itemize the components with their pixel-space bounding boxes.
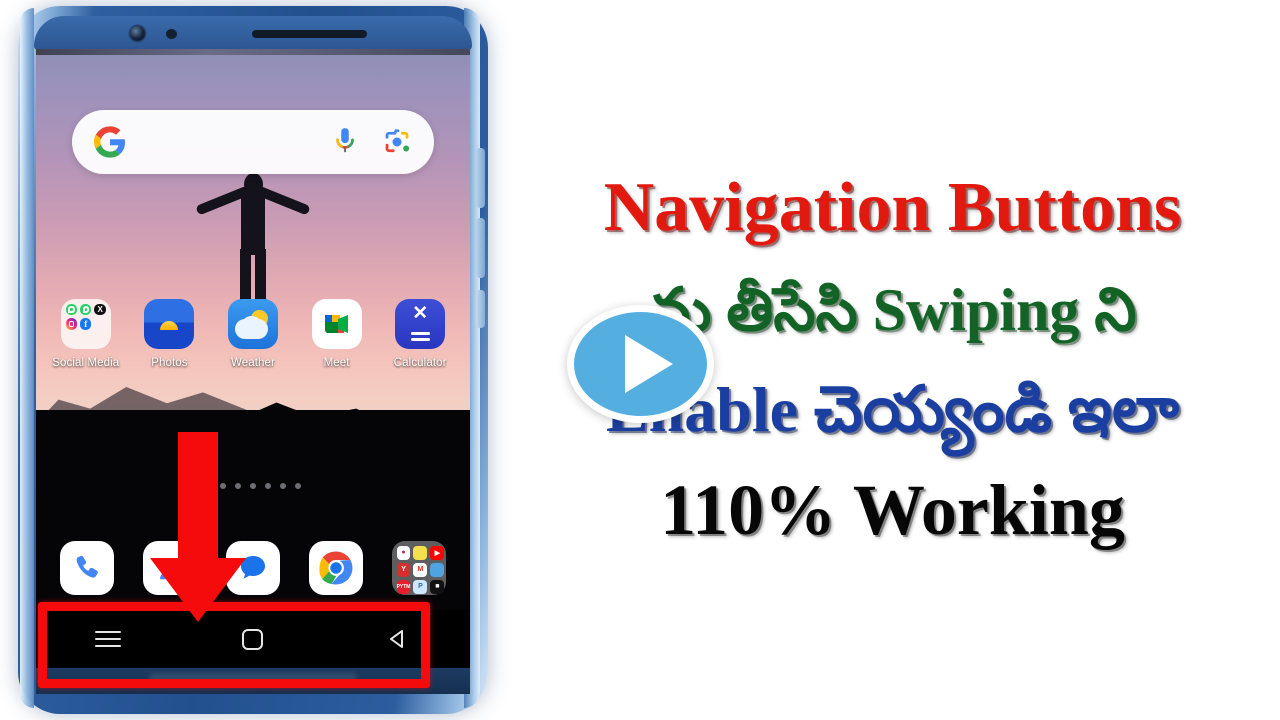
- app-social-media[interactable]: X f Social Media: [49, 299, 123, 369]
- home-icon[interactable]: [230, 619, 276, 659]
- x-mini-icon: X: [94, 304, 106, 316]
- page-dot: [265, 483, 271, 489]
- page-dot: [295, 483, 301, 489]
- folder-mini-icon: [413, 546, 428, 560]
- phone-chin: [36, 668, 470, 694]
- page-dot: [250, 483, 256, 489]
- instagram-mini-icon: [65, 318, 78, 330]
- navigation-bar: [36, 610, 470, 668]
- whatsapp-business-mini-icon: [80, 304, 92, 316]
- weather-icon[interactable]: [227, 299, 278, 349]
- phone-screen: X f Social Media Photos Weather Meet ✕ C…: [36, 49, 470, 694]
- phone-icon[interactable]: [60, 541, 115, 595]
- dock: ● ▶ Y M PYTM P ■: [36, 541, 470, 595]
- folder-mini-icon: ■: [430, 579, 445, 594]
- headline-line-4: 110% Working: [660, 470, 1125, 551]
- app-weather[interactable]: Weather: [216, 299, 290, 369]
- app-label: Meet: [323, 357, 350, 369]
- recents-icon[interactable]: [85, 619, 131, 659]
- app-meet[interactable]: Meet: [300, 299, 374, 369]
- folder-mini-icon: M: [413, 562, 428, 577]
- app-photos[interactable]: Photos: [132, 299, 206, 369]
- folder-mini-icon: P: [413, 579, 428, 594]
- page-indicator[interactable]: [36, 483, 470, 489]
- phone-mockup: X f Social Media Photos Weather Meet ✕ C…: [0, 0, 500, 720]
- folder-mini-icon: ●: [396, 546, 411, 560]
- chrome-icon[interactable]: [308, 541, 363, 595]
- folder-mini-icon: [430, 562, 445, 577]
- app-label: Photos: [151, 357, 188, 369]
- back-icon[interactable]: [375, 619, 421, 659]
- whatsapp-mini-icon: [65, 304, 78, 316]
- power-button[interactable]: [476, 290, 485, 328]
- calculator-icon[interactable]: ✕: [395, 299, 446, 349]
- earpiece-speaker-icon: [252, 30, 367, 38]
- facebook-mini-icon: f: [80, 318, 92, 330]
- google-lens-icon[interactable]: [382, 127, 412, 157]
- thumbnail-canvas: X f Social Media Photos Weather Meet ✕ C…: [0, 0, 1280, 720]
- phone-left-edge: [20, 8, 34, 708]
- app-calculator[interactable]: ✕ Calculator: [383, 299, 457, 369]
- folder-mini-icon: Y: [396, 562, 411, 577]
- play-triangle-icon: [625, 335, 673, 393]
- status-bar: [36, 49, 470, 55]
- folder-mini-icon: PYTM: [396, 579, 411, 594]
- front-camera-icon: [130, 26, 145, 41]
- app-label: Weather: [231, 357, 275, 369]
- folder-mini-icon: ▶: [430, 546, 445, 560]
- app-label: Calculator: [393, 357, 447, 369]
- microphone-icon[interactable]: [332, 127, 358, 157]
- google-search-bar[interactable]: [72, 110, 434, 174]
- google-g-logo: [94, 126, 126, 158]
- social-media-folder-icon[interactable]: X f: [60, 299, 111, 349]
- app-grid-row: X f Social Media Photos Weather Meet ✕ C…: [36, 299, 470, 369]
- phone-top-bezel: [34, 16, 472, 50]
- apps-folder-icon[interactable]: ● ▶ Y M PYTM P ■: [391, 541, 446, 595]
- volume-down-button[interactable]: [476, 218, 485, 278]
- play-button[interactable]: [567, 305, 714, 423]
- proximity-sensor-icon: [166, 29, 177, 39]
- google-meet-icon[interactable]: [311, 299, 362, 349]
- page-dot: [280, 483, 286, 489]
- volume-up-button[interactable]: [476, 148, 485, 208]
- google-photos-icon[interactable]: [144, 299, 195, 349]
- app-label: Social Media: [52, 357, 120, 369]
- headline-line-1: Navigation Buttons: [603, 169, 1182, 247]
- pointer-arrow: [150, 432, 246, 622]
